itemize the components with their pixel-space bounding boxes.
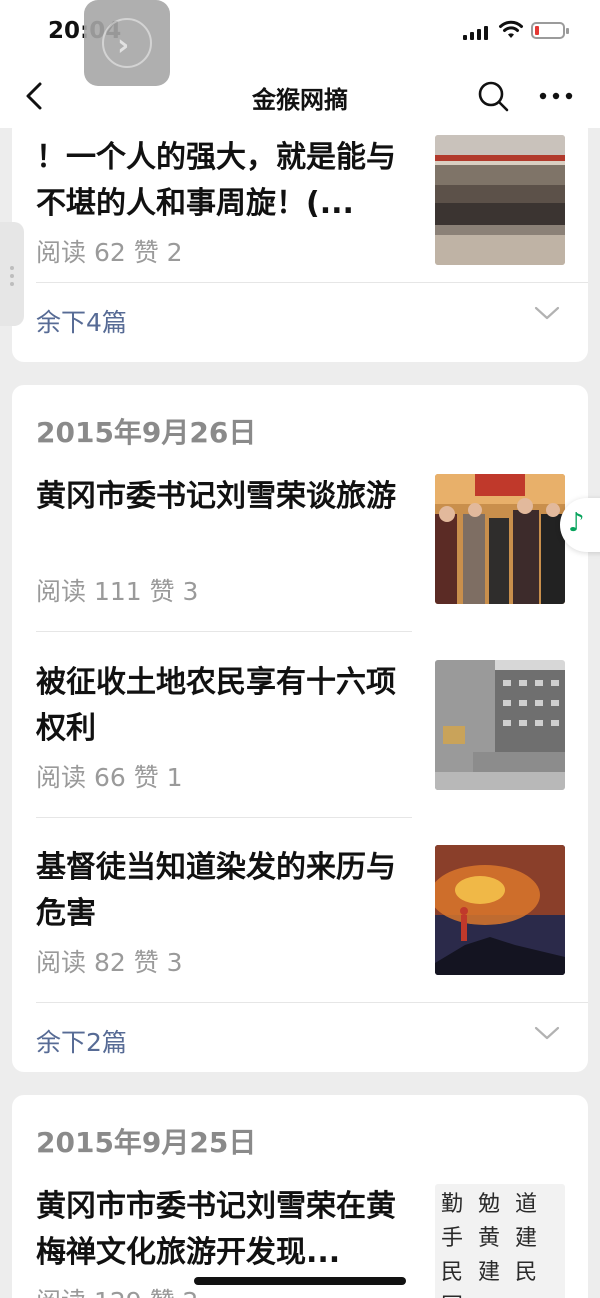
list-item[interactable]: 基督徒当知道染发的来历与危害 阅读 82 赞 3 bbox=[36, 845, 588, 977]
thumbnail-calligraphy: 勤 勉 道 手 黄 建 民 建 民 同 bbox=[441, 1192, 541, 1298]
floating-window-button[interactable]: › bbox=[84, 0, 170, 86]
more-articles-button[interactable]: 余下2篇 bbox=[36, 1023, 588, 1057]
side-drawer-handle[interactable] bbox=[0, 222, 24, 326]
article-group: ！一个人的强大，就是能与不堪的人和事周旋！(... 阅读 62 赞 2 余下4篇 bbox=[12, 128, 588, 362]
article-thumbnail bbox=[435, 660, 565, 790]
more-articles-button[interactable]: 余下4篇 bbox=[36, 303, 588, 337]
home-indicator bbox=[194, 1277, 406, 1285]
battery-icon bbox=[531, 22, 569, 39]
group-date: 2015年9月26日 bbox=[36, 416, 257, 449]
more-label: 余下2篇 bbox=[36, 1028, 127, 1057]
article-thumbnail: 勤 勉 道 手 黄 建 民 建 民 同 bbox=[435, 1184, 565, 1298]
article-title: ！一个人的强大，就是能与不堪的人和事周旋！(... bbox=[36, 140, 396, 221]
article-list: ！一个人的强大，就是能与不堪的人和事周旋！(... 阅读 62 赞 2 余下4篇… bbox=[0, 128, 600, 1298]
list-item[interactable]: 黄冈市委书记刘雪荣谈旅游 阅读 111 赞 3 bbox=[36, 474, 588, 606]
chevron-down-icon bbox=[534, 1026, 560, 1040]
article-title: 基督徒当知道染发的来历与危害 bbox=[36, 850, 396, 931]
article-group: 2015年9月26日 黄冈市委书记刘雪荣谈旅游 阅读 111 赞 3 被征收土地… bbox=[12, 385, 588, 1072]
list-item[interactable]: 被征收土地农民享有十六项权利 阅读 66 赞 1 bbox=[36, 660, 588, 792]
chevron-right-icon: › bbox=[117, 28, 130, 63]
more-label: 余下4篇 bbox=[36, 308, 127, 337]
article-group: 2015年9月25日 黄冈市市委书记刘雪荣在黄梅禅文化旅游开发现... 阅读 1… bbox=[12, 1095, 588, 1298]
article-meta: 阅读 62 赞 2 bbox=[36, 238, 183, 267]
more-icon[interactable] bbox=[536, 88, 576, 104]
search-icon[interactable] bbox=[475, 78, 511, 114]
article-title: 黄冈市市委书记刘雪荣在黄梅禅文化旅游开发现... bbox=[36, 1189, 396, 1270]
chevron-down-icon bbox=[534, 306, 560, 320]
article-meta: 阅读 66 赞 1 bbox=[36, 763, 183, 792]
group-date: 2015年9月25日 bbox=[36, 1126, 257, 1159]
article-thumbnail bbox=[435, 135, 565, 265]
music-note-icon: ♪ bbox=[568, 508, 585, 538]
article-thumbnail bbox=[435, 474, 565, 604]
signal-icon bbox=[463, 26, 489, 40]
article-thumbnail bbox=[435, 845, 565, 975]
article-title: 被征收土地农民享有十六项权利 bbox=[36, 665, 396, 746]
article-meta: 阅读 82 赞 3 bbox=[36, 948, 183, 977]
article-title: 黄冈市委书记刘雪荣谈旅游 bbox=[36, 479, 396, 514]
wifi-icon bbox=[499, 20, 523, 38]
list-item[interactable]: ！一个人的强大，就是能与不堪的人和事周旋！(... 阅读 62 赞 2 bbox=[36, 135, 588, 267]
article-meta: 阅读 111 赞 3 bbox=[36, 577, 199, 606]
article-meta: 阅读 129 赞 2 bbox=[36, 1282, 198, 1298]
